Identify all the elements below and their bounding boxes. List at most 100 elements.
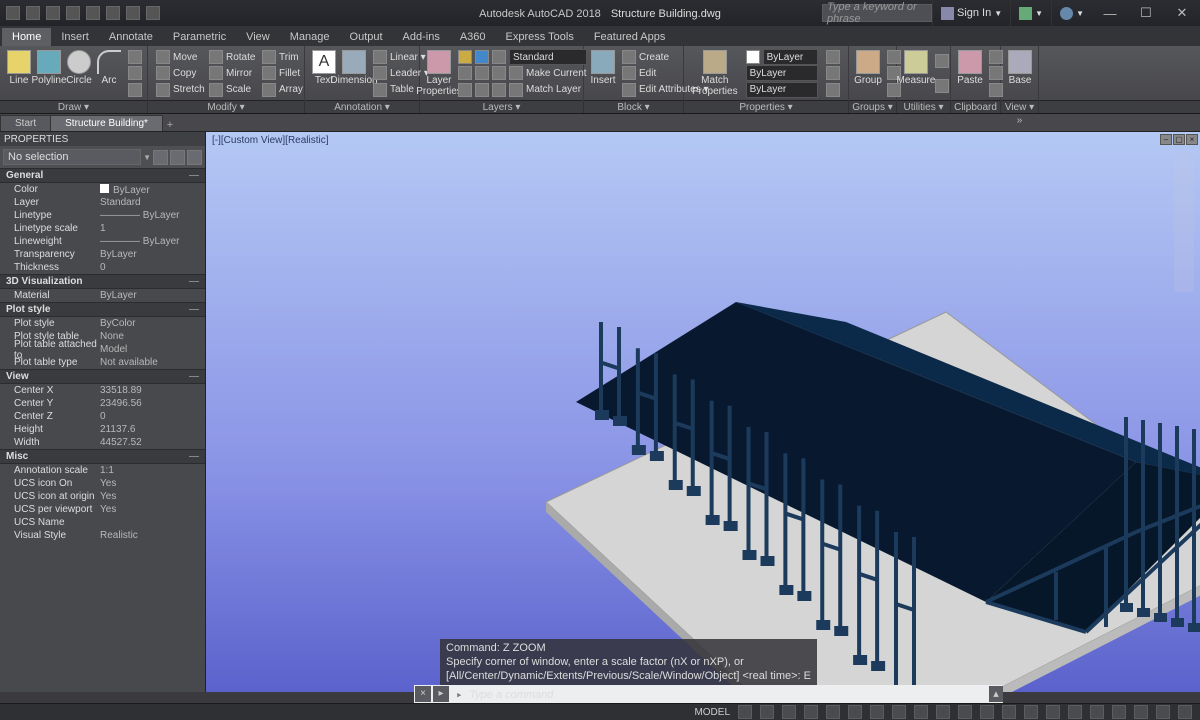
hardware-icon[interactable] xyxy=(1134,705,1148,719)
layers-panel-label[interactable]: Layers ▾ xyxy=(420,101,584,113)
linetype-combo[interactable]: ByLayer xyxy=(744,82,820,98)
prop-value[interactable]: 1:1 xyxy=(100,465,205,476)
3dosnap-icon[interactable] xyxy=(870,705,884,719)
util-ext2[interactable] xyxy=(935,79,949,93)
workspace-icon[interactable] xyxy=(1002,705,1016,719)
prop-row[interactable]: UCS icon OnYes xyxy=(0,477,205,490)
file-tab-0[interactable]: Start xyxy=(0,115,51,131)
color-combo[interactable]: ByLayer xyxy=(744,49,820,65)
help-button[interactable]: ▼ xyxy=(1051,0,1092,26)
exchange-button[interactable]: ▼ xyxy=(1010,0,1051,26)
insert-button[interactable]: Insert xyxy=(588,48,618,99)
quick-select-icon[interactable] xyxy=(153,150,168,165)
qat-plot-icon[interactable] xyxy=(106,6,120,20)
properties-panel-label[interactable]: Properties ▾ xyxy=(684,101,849,113)
prop-category-plot-style[interactable]: Plot style xyxy=(0,302,205,317)
move-button[interactable]: Move xyxy=(156,50,206,64)
ribbon-tab-express-tools[interactable]: Express Tools xyxy=(496,28,584,46)
select-objects-icon[interactable] xyxy=(170,150,185,165)
circle-button[interactable]: Circle xyxy=(64,48,94,99)
prop-value[interactable]: None xyxy=(100,331,205,342)
ribbon-tab-output[interactable]: Output xyxy=(340,28,393,46)
ribbon-tab-parametric[interactable]: Parametric xyxy=(163,28,236,46)
paste-button[interactable]: Paste xyxy=(955,48,985,99)
prop-row[interactable]: Thickness0 xyxy=(0,261,205,274)
prop-value[interactable]: ByLayer xyxy=(100,290,205,301)
layer-row2[interactable]: Make Current xyxy=(456,65,589,81)
prop-row[interactable]: Plot styleByColor xyxy=(0,317,205,330)
prop-value[interactable]: Realistic xyxy=(100,530,205,541)
units-icon[interactable] xyxy=(1046,705,1060,719)
draw-ext1[interactable] xyxy=(126,49,144,65)
command-input[interactable]: ▸ Type a command xyxy=(450,688,989,701)
view-panel-label[interactable]: View ▾ » xyxy=(1001,101,1039,113)
prop-row[interactable]: Linetype———— ByLayer xyxy=(0,209,205,222)
command-recent-icon[interactable]: ▴ xyxy=(989,686,1003,702)
prop-value[interactable]: ———— ByLayer xyxy=(100,236,205,247)
prop-row[interactable]: UCS per viewportYes xyxy=(0,503,205,516)
prop-row[interactable]: Height21137.6 xyxy=(0,423,205,436)
cleanscreen-icon[interactable] xyxy=(1156,705,1170,719)
prop-value[interactable]: Yes xyxy=(100,491,205,502)
prop-row[interactable]: Plot table typeNot available xyxy=(0,356,205,369)
toggle-pickadd-icon[interactable] xyxy=(187,150,202,165)
qat-save-icon[interactable] xyxy=(66,6,80,20)
prop-value[interactable]: ByLayer xyxy=(100,249,205,260)
ribbon-tab-view[interactable]: View xyxy=(236,28,280,46)
measure-button[interactable]: Measure xyxy=(901,48,931,99)
cycling-icon[interactable] xyxy=(958,705,972,719)
prop-value[interactable]: ———— ByLayer xyxy=(100,210,205,221)
prop-row[interactable]: LayerStandard xyxy=(0,196,205,209)
ribbon-tab-home[interactable]: Home xyxy=(2,28,51,46)
draw-ext2[interactable] xyxy=(126,65,144,81)
arc-button[interactable]: Arc xyxy=(94,48,124,99)
prop-row[interactable]: Center Y23496.56 xyxy=(0,397,205,410)
base-button[interactable]: Base xyxy=(1005,48,1035,99)
prop-row[interactable]: Center Z0 xyxy=(0,410,205,423)
otrack-icon[interactable] xyxy=(892,705,906,719)
prop-category-3d-visualization[interactable]: 3D Visualization xyxy=(0,274,205,289)
selection-combo[interactable]: No selection xyxy=(3,149,141,165)
polar-icon[interactable] xyxy=(804,705,818,719)
prop-row[interactable]: Visual StyleRealistic xyxy=(0,529,205,542)
ribbon-tab-annotate[interactable]: Annotate xyxy=(99,28,163,46)
qat-open-icon[interactable] xyxy=(46,6,60,20)
prop-value[interactable]: Not available xyxy=(100,357,205,368)
file-tab-1[interactable]: Structure Building* xyxy=(50,115,163,131)
copy-button[interactable]: Copy xyxy=(156,66,206,80)
modify-panel-label[interactable]: Modify ▾ xyxy=(148,101,305,113)
groups-panel-label[interactable]: Groups ▾ xyxy=(849,101,897,113)
lineweight-combo[interactable]: ByLayer xyxy=(744,65,820,81)
clipboard-panel-label[interactable]: Clipboard xyxy=(951,101,1001,113)
command-customize-icon[interactable]: ▸ xyxy=(433,686,449,702)
ribbon-tab-featured-apps[interactable]: Featured Apps xyxy=(584,28,676,46)
draw-panel-label[interactable]: Draw ▾ xyxy=(0,101,148,113)
prop-value[interactable]: ByColor xyxy=(100,318,205,329)
command-line[interactable]: × ▸ ▸ Type a command ▴ xyxy=(414,685,1003,703)
line-button[interactable]: Line xyxy=(4,48,34,99)
annomonitor-icon[interactable] xyxy=(1024,705,1038,719)
dimension-button[interactable]: Dimension xyxy=(339,48,369,99)
qat-saveas-icon[interactable] xyxy=(86,6,100,20)
snap-icon[interactable] xyxy=(760,705,774,719)
prop-row[interactable]: TransparencyByLayer xyxy=(0,248,205,261)
prop-row[interactable]: ColorByLayer xyxy=(0,183,205,196)
text-button[interactable]: AText xyxy=(309,48,339,99)
command-close-icon[interactable]: × xyxy=(415,686,431,702)
status-model[interactable]: MODEL xyxy=(690,707,734,718)
draw-ext3[interactable] xyxy=(126,82,144,98)
rotate-button[interactable]: Rotate xyxy=(209,50,259,64)
prop-value[interactable]: Yes xyxy=(100,504,205,515)
prop-row[interactable]: UCS Name xyxy=(0,516,205,529)
match-layer-button[interactable]: Match Layer xyxy=(456,82,589,98)
qat-new-icon[interactable] xyxy=(26,6,40,20)
utilities-panel-label[interactable]: Utilities ▾ xyxy=(897,101,951,113)
prop-value[interactable]: Standard xyxy=(100,197,205,208)
isolate-icon[interactable] xyxy=(1112,705,1126,719)
prop-value[interactable]: 1 xyxy=(100,223,205,234)
quickprops-icon[interactable] xyxy=(1068,705,1082,719)
new-file-tab[interactable]: + xyxy=(162,119,178,131)
prop-ext1[interactable] xyxy=(824,49,842,65)
ribbon-tab-manage[interactable]: Manage xyxy=(280,28,340,46)
stretch-button[interactable]: Stretch xyxy=(156,83,206,97)
